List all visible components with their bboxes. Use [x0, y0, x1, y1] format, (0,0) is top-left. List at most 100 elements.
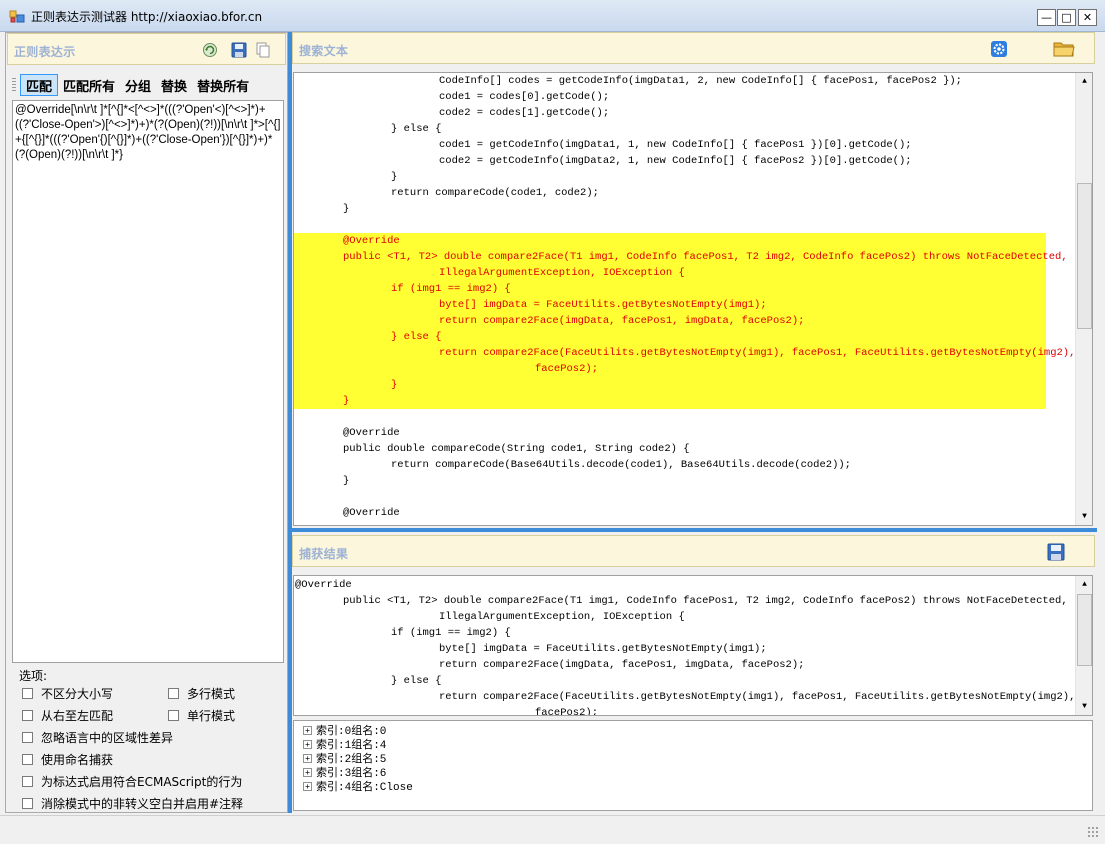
- checkbox-box: [22, 710, 33, 721]
- code-line: code2 = codes[1].getCode();: [439, 107, 610, 119]
- refresh-icon[interactable]: [201, 41, 219, 59]
- code-line: code1 = codes[0].getCode();: [439, 91, 610, 103]
- scroll-up-arrow-icon[interactable]: ▲: [1076, 73, 1092, 90]
- multiline-checkbox[interactable]: 多行模式: [168, 685, 235, 702]
- capture-text-area[interactable]: @Override public <T1, T2> double compare2…: [293, 575, 1093, 716]
- scroll-down-arrow-icon[interactable]: ▼: [1076, 698, 1092, 715]
- code-line: CodeInfo[] codes = getCodeInfo(imgData1,…: [439, 75, 962, 87]
- maximize-icon: □: [1061, 11, 1072, 24]
- code-line: return compare2Face(imgData, facePos1, i…: [439, 659, 805, 671]
- code-line: @Override: [295, 579, 352, 591]
- ignore-whitespace-checkbox[interactable]: 消除模式中的非转义空白并启用#注释: [22, 795, 243, 812]
- options-group: 选项: 不区分大小写 多行模式 从右至左匹配 单行模式 忽略语言中的区域性差异 …: [12, 663, 284, 811]
- title-bar: 正则表达示测试器 http://xiaoxiao.bfor.cn — □ ✕: [0, 0, 1105, 32]
- checkbox-box: [22, 688, 33, 699]
- expand-plus-icon[interactable]: +: [303, 767, 312, 777]
- capture-scrollbar[interactable]: ▲ ▼: [1075, 576, 1092, 715]
- checkbox-label: 使用命名捕获: [41, 753, 114, 767]
- code-line: facePos2);: [535, 707, 599, 716]
- code-line: byte[] imgData = FaceUtilits.getBytesNot…: [439, 643, 767, 655]
- tree-item[interactable]: + 索引:4组名:Close: [303, 779, 413, 794]
- code-line: @Override: [294, 233, 1046, 249]
- open-folder-icon[interactable]: [1053, 39, 1075, 59]
- expand-plus-icon[interactable]: +: [303, 781, 312, 791]
- code-line: } else {: [391, 675, 442, 687]
- replace-all-button[interactable]: 替换所有: [192, 74, 254, 96]
- regex-panel: 正则表达示 匹配 匹配所有 分组 替换 替换所有 @Override[\n\r\…: [5, 32, 288, 813]
- explicit-capture-checkbox[interactable]: 使用命名捕获: [22, 751, 113, 768]
- close-button[interactable]: ✕: [1078, 9, 1097, 26]
- copy-icon[interactable]: [254, 41, 272, 59]
- checkbox-box: [168, 710, 179, 721]
- save-icon[interactable]: [230, 41, 248, 59]
- ignore-case-checkbox[interactable]: 不区分大小写: [22, 685, 113, 702]
- checkbox-box: [22, 798, 33, 809]
- scroll-down-arrow-icon[interactable]: ▼: [1076, 508, 1092, 525]
- code-line: @Override: [343, 507, 400, 519]
- replace-button[interactable]: 替换: [156, 74, 192, 96]
- save-result-icon[interactable]: [1047, 543, 1065, 561]
- code-line: @Override: [343, 427, 400, 439]
- group-tree[interactable]: + 索引:0组名:0 + 索引:1组名:4 + 索引:2组名:5 + 索引:3组名:6 …: [293, 720, 1093, 811]
- ecmascript-checkbox[interactable]: 为标达式启用符合ECMAScript的行为: [22, 773, 242, 790]
- checkbox-box: [22, 776, 33, 787]
- tree-item[interactable]: + 索引:2组名:5: [303, 751, 386, 766]
- tree-item[interactable]: + 索引:1组名:4: [303, 737, 386, 752]
- checkbox-label: 为标达式启用符合ECMAScript的行为: [41, 775, 243, 789]
- settings-icon[interactable]: [990, 40, 1008, 58]
- checkbox-label: 多行模式: [187, 687, 236, 701]
- expand-plus-icon[interactable]: +: [303, 753, 312, 763]
- checkbox-box: [168, 688, 179, 699]
- code-line: code1 = getCodeInfo(imgData1, 1, new Cod…: [439, 139, 912, 151]
- code-line: }: [343, 475, 350, 487]
- search-scrollbar[interactable]: ▲ ▼: [1075, 73, 1092, 525]
- expand-plus-icon[interactable]: +: [303, 739, 312, 749]
- checkbox-label: 从右至左匹配: [41, 709, 114, 723]
- checkbox-label: 忽略语言中的区域性差异: [41, 731, 174, 745]
- expand-plus-icon[interactable]: +: [303, 725, 312, 735]
- search-panel-title: 搜索文本: [299, 44, 349, 58]
- right-to-left-checkbox[interactable]: 从右至左匹配: [22, 707, 113, 724]
- regex-panel-header: 正则表达示: [7, 33, 286, 65]
- checkbox-label: 单行模式: [187, 709, 236, 723]
- scroll-up-arrow-icon[interactable]: ▲: [1076, 576, 1092, 593]
- code-line: public double compareCode(String code1, …: [343, 443, 690, 455]
- culture-invariant-checkbox[interactable]: 忽略语言中的区域性差异: [22, 729, 173, 746]
- checkbox-label: 消除模式中的非转义空白并启用#注释: [41, 797, 244, 811]
- code-line: return compare2Face(FaceUtilits.getBytes…: [294, 345, 1075, 361]
- singleline-checkbox[interactable]: 单行模式: [168, 707, 235, 724]
- checkbox-label: 不区分大小写: [41, 687, 114, 701]
- regex-input[interactable]: @Override[\n\r\t ]*[^{]*<[^<>]*(((?'Open…: [12, 100, 284, 663]
- window-title: 正则表达示测试器 http://xiaoxiao.bfor.cn: [31, 10, 263, 24]
- minimize-button[interactable]: —: [1037, 9, 1056, 26]
- horizontal-splitter[interactable]: [292, 528, 1097, 532]
- tree-item-label: 索引:4组名:Close: [316, 782, 413, 794]
- scroll-thumb[interactable]: [1077, 594, 1092, 666]
- status-bar: [0, 815, 1105, 844]
- code-line: }: [294, 393, 1046, 409]
- tree-item[interactable]: + 索引:0组名:0: [303, 723, 386, 738]
- code-line: }: [294, 377, 1046, 393]
- code-line: } else {: [294, 329, 1046, 345]
- tree-item[interactable]: + 索引:3组名:6: [303, 765, 386, 780]
- maximize-button[interactable]: □: [1057, 9, 1076, 26]
- code-line: return compareCode(code1, code2);: [391, 187, 599, 199]
- close-icon: ✕: [1082, 11, 1093, 24]
- checkbox-box: [22, 732, 33, 743]
- regex-panel-title: 正则表达示: [14, 45, 76, 59]
- match-toolbar: 匹配 匹配所有 分组 替换 替换所有: [12, 73, 254, 97]
- code-line: code2 = getCodeInfo(imgData2, 1, new Cod…: [439, 155, 912, 167]
- match-all-button[interactable]: 匹配所有: [58, 74, 120, 96]
- match-button[interactable]: 匹配: [20, 74, 59, 96]
- code-line: IllegalArgumentException, IOException {: [294, 265, 1046, 281]
- code-line: public <T1, T2> double compare2Face(T1 i…: [343, 595, 1068, 607]
- code-line: facePos2);: [294, 361, 1046, 377]
- search-text-area[interactable]: CodeInfo[] codes = getCodeInfo(imgData1,…: [293, 72, 1093, 526]
- group-button[interactable]: 分组: [120, 74, 156, 96]
- code-line: if (img1 == img2) {: [391, 627, 511, 639]
- code-line: }: [391, 171, 398, 183]
- capture-panel-header: 捕获结果: [292, 535, 1095, 567]
- code-line: return compareCode(Base64Utils.decode(co…: [391, 459, 851, 471]
- scroll-thumb[interactable]: [1077, 183, 1092, 329]
- resize-grip-icon[interactable]: [1087, 826, 1099, 838]
